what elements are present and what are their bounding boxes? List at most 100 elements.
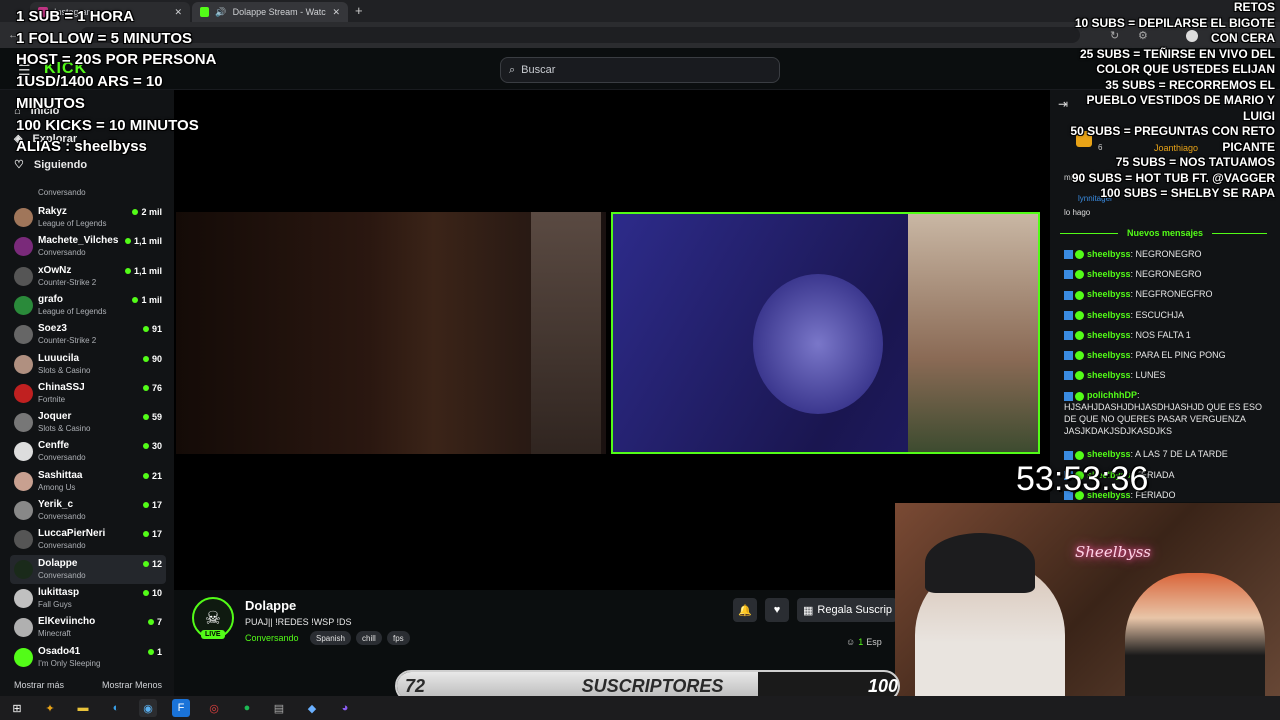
file-explorer-icon[interactable]: ▬ [74,699,92,717]
discord-icon[interactable]: ◕ [336,699,354,717]
viewer-count-value: 12 [151,558,162,569]
chat-username[interactable]: sheelbyss [1087,449,1131,459]
sidebar-channel-luuucila[interactable]: Luuucila Slots & Casino 90 [10,350,166,379]
channel-category: Slots & Casino [38,424,91,434]
chat-username[interactable]: polichhhDP [1087,390,1137,400]
tag-chill[interactable]: chill [356,631,382,645]
channel-category: Conversando [38,188,86,197]
new-tab-button[interactable]: + [355,3,363,18]
viewer-count-value: 1 mil [141,294,162,305]
chat-username[interactable]: sheelbyss [1087,289,1131,299]
channel-category: Counter-Strike 2 [38,336,97,346]
pinned-text: lo hago [1064,208,1091,217]
show-less-link[interactable]: Mostrar Menos [102,680,162,690]
chat-username[interactable]: sheelbyss [1087,269,1131,279]
subathon-timer: 53:53:36 [1016,460,1149,498]
sidebar-channel-osado41[interactable]: Osado41 I'm Only Sleeping 1 [10,643,166,672]
profile-icon[interactable] [1186,30,1198,42]
notify-bell-button[interactable]: 🔔 [733,598,757,622]
extensions-icon[interactable]: ⚙ [1138,29,1148,42]
live-dot-icon [142,414,149,421]
channel-name: lukittasp [38,586,80,598]
badge-icon [1064,450,1073,460]
sidebar-channel-lukittasp[interactable]: lukittasp Fall Guys 10 [10,584,166,613]
gift-sub-button[interactable]: ▦ Regala Suscrip [797,598,897,622]
app-icon[interactable]: F [172,699,190,717]
spotify-icon[interactable]: ● [238,699,256,717]
refresh-icon[interactable]: ↻ [1110,29,1119,42]
viewer-count-value: 90 [151,353,162,364]
heart-icon: ♥ [773,604,781,616]
live-dot-icon [132,209,139,215]
channel-category: Minecraft [38,629,71,639]
avatar [14,442,33,462]
nav-label: Siguiendo [33,158,88,171]
new-messages-marker[interactable]: Nuevos mensajes [1060,228,1270,238]
channel-category: Among Us [38,482,76,492]
chat-username[interactable]: sheelbyss [1087,330,1131,340]
live-dot-icon [142,531,149,538]
sidebar-channel-sashittaa[interactable]: Sashittaa Among Us 21 [10,467,166,496]
badge-icon [1064,250,1073,260]
url-field[interactable] [80,27,1080,43]
streamer-name[interactable]: Dolappe [245,598,296,613]
avatar [14,501,33,520]
sidebar-channel-yerik_c[interactable]: Yerik_c Conversando 17 [10,496,166,525]
avatar [14,295,33,315]
top-gifter-count: 6 [1098,143,1103,152]
obs-icon[interactable]: ◎ [205,699,223,717]
sidebar-channel-luccapierneri[interactable]: LuccaPierNeri Conversando 17 [10,525,166,554]
heart-icon: ♡ [14,159,24,171]
viewer-count-value: 1,1 mil [133,265,162,276]
close-icon[interactable]: ✕ [174,7,182,18]
sub-goal-current: 72 [405,676,426,696]
sidebar-channel-joquer[interactable]: Joquer Slots & Casino 59 [10,408,166,437]
app2-icon[interactable]: ◆ [303,699,321,717]
close-icon[interactable]: ✕ [332,7,340,18]
chat-text: NEGFRONEGFRO [1135,289,1213,300]
live-dot-icon [142,326,149,333]
calculator-icon[interactable]: ▤ [270,699,288,717]
channel-category: League of Legends [38,219,107,228]
channel-name: Machete_Vilches [38,235,119,247]
sidebar-channel-chinassj[interactable]: ChinaSSJ Fortnite 76 [10,379,166,408]
show-more-link[interactable]: Mostrar más [14,680,64,690]
tab-kick-active[interactable]: 🔊 Dolappe Stream - Watch Live ✕ [192,2,348,22]
chat-username[interactable]: sheelbyss [1087,310,1131,320]
collapse-chat-icon[interactable]: ⇥ [1058,97,1068,111]
sidebar-channel-cenffe[interactable]: Cenffe Conversando 30 [10,437,166,466]
tag-fps[interactable]: fps [387,631,410,645]
stream-category[interactable]: Conversando [245,633,299,643]
top-gifter-name[interactable]: Joanthiago [1154,143,1198,153]
search-input[interactable]: ⌕ Buscar [500,57,780,83]
browser-icon[interactable]: ◉ [139,699,157,717]
challenge-line: 10 SUBS = DEPILARSE EL BIGOTE [1074,15,1275,30]
sidebar-channel-dolappe[interactable]: Dolappe Conversando 12 [10,554,166,584]
sidebar-channel-soez3[interactable]: Soez3 Counter-Strike 2 91 [10,320,166,349]
sidebar-channel-xownz[interactable]: xOwNz Counter-Strike 2 1,1 mil [10,262,166,291]
chat-username[interactable]: sheelbyss [1087,249,1131,259]
verified-icon [1075,371,1084,381]
viewer-count: 90 [142,353,162,364]
chat-username[interactable]: sheelbyss [1087,370,1131,380]
challenge-line: 90 SUBS = HOT TUB FT. @VAGGER [1071,170,1275,185]
avatar [14,588,33,608]
follow-button[interactable]: ♥ [765,598,789,622]
sidebar-channel-machete_vilches[interactable]: Machete_Vilches Conversando 1,1 mil [10,232,166,261]
copilot-icon[interactable]: ✦ [41,699,59,717]
sidebar-channel-rakyz[interactable]: Rakyz League of Legends 2 mil [10,203,166,232]
chat-username[interactable]: sheelbyss [1087,350,1131,360]
viewer-count: 10 [142,588,162,598]
verified-icon [1075,330,1084,340]
sidebar-nav-siguiendo[interactable]: ♡ Siguiendo [14,158,88,172]
sidebar-channel-grafo[interactable]: grafo League of Legends 1 mil [10,291,166,320]
chat-message: polichhhDP: HJSAHJDASHJDHJASDHJASHJD QUE… [1064,390,1263,437]
gift-label: Regala Suscrip [817,604,892,616]
edge-icon[interactable]: ◐ [107,699,125,717]
viewer-count: 17 [142,500,162,510]
tag-spanish[interactable]: Spanish [310,631,351,645]
channel-category: Conversando [38,453,86,463]
windows-start-icon[interactable]: ⊞ [8,699,26,717]
chat-message: sheelbyss: NEGFRONEGFRO [1064,288,1274,300]
sidebar-channel-elkeviincho[interactable]: ElKeviincho Minecraft 7 [10,613,166,642]
